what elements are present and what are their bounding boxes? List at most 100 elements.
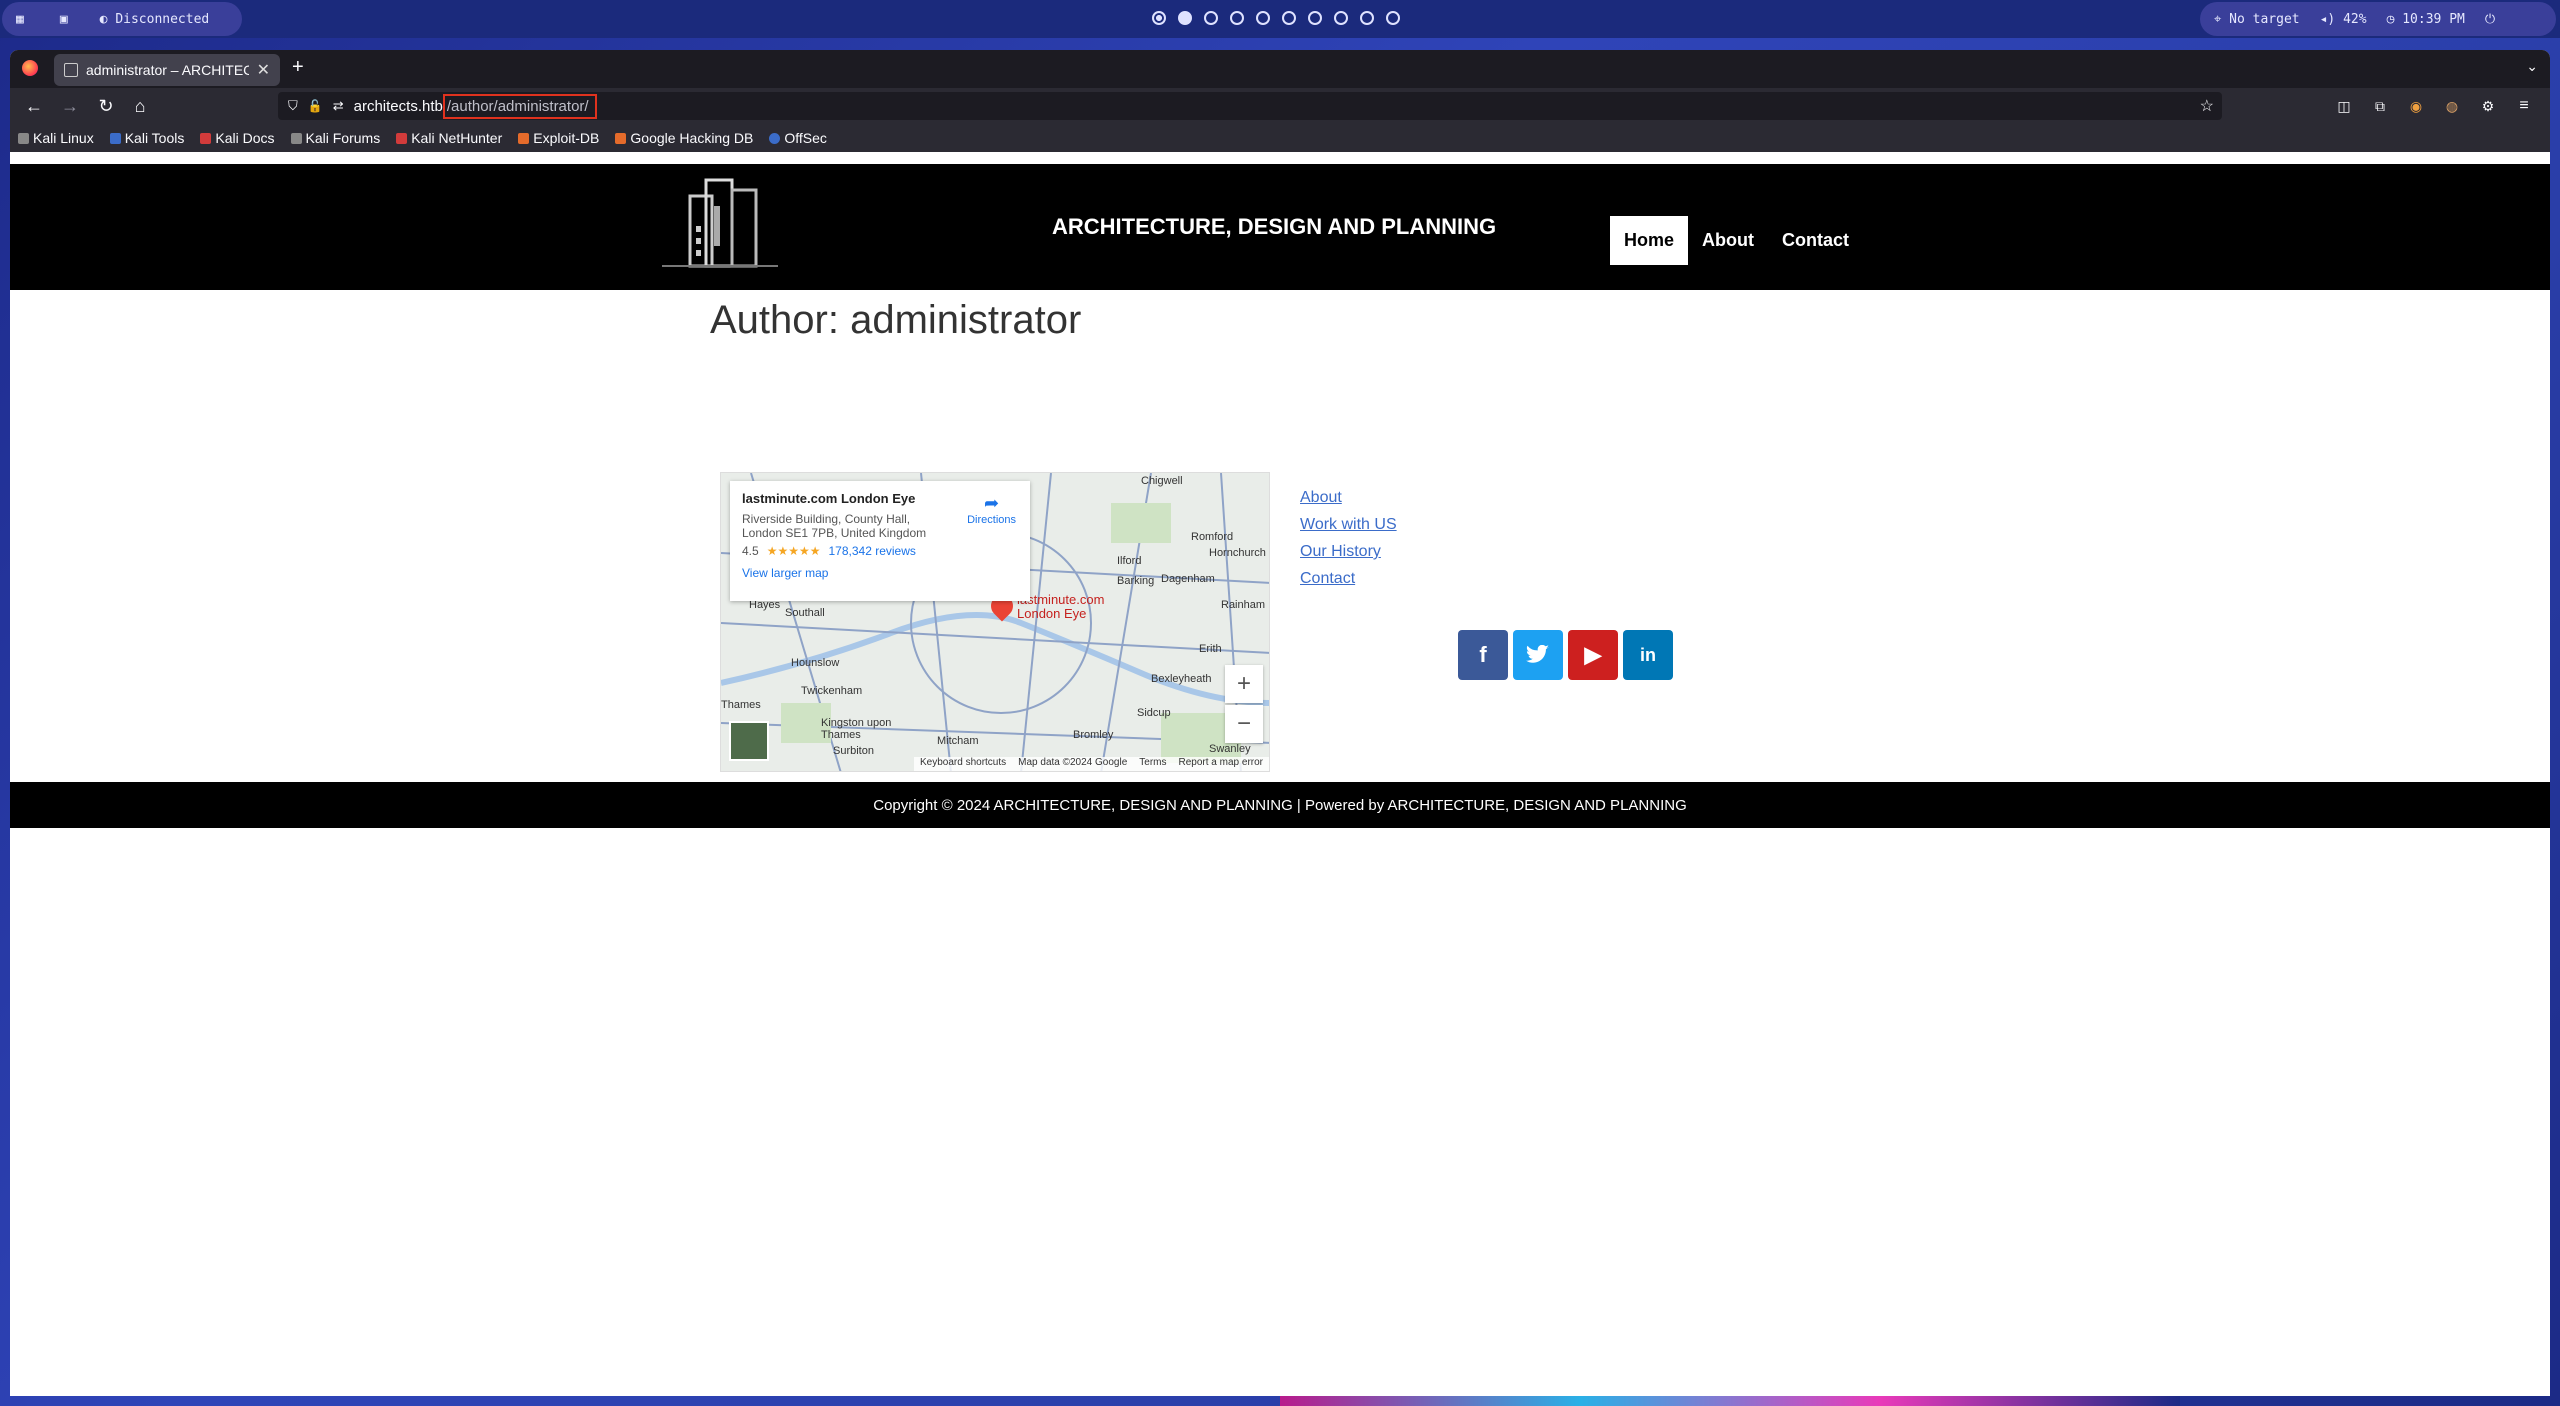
volume-label: 42% [2343, 11, 2367, 27]
keyboard-shortcuts-link[interactable]: Keyboard shortcuts [920, 757, 1006, 771]
volume-status[interactable]: ◂) 42% [2320, 12, 2367, 27]
link-work-with-us[interactable]: Work with US [1300, 511, 1397, 538]
zoom-in-button[interactable]: + [1225, 665, 1263, 703]
new-tab-button[interactable]: + [292, 56, 304, 79]
map-embed[interactable]: Chigwell Romford Hornchurch Ilford Barki… [720, 472, 1270, 772]
map-label: Southall [785, 607, 825, 619]
map-label: Chigwell [1141, 475, 1183, 487]
url-bar[interactable]: ⛉ 🔓 ⇄ architects.htb /author/administrat… [278, 92, 2222, 120]
workspace-dot[interactable] [1152, 11, 1166, 25]
workspace-dot[interactable] [1308, 11, 1322, 25]
map-label: Ilford [1117, 555, 1142, 567]
workspace-dot[interactable] [1256, 11, 1270, 25]
workspace-dot[interactable] [1386, 11, 1400, 25]
workspace-dot[interactable] [1178, 11, 1192, 25]
terms-link[interactable]: Terms [1139, 757, 1166, 771]
site-logo[interactable] [662, 176, 778, 270]
tab-active[interactable]: administrator – ARCHITEC ✕ [54, 54, 280, 86]
back-icon[interactable]: ← [22, 94, 46, 118]
os-left-pill: ▦ ▣ ◐ Disconnected [2, 2, 242, 36]
lock-icon[interactable]: 🔓 [308, 99, 323, 113]
twitter-icon[interactable] [1513, 630, 1563, 680]
map-label: Hounslow [791, 657, 840, 669]
map-label: Romford [1191, 531, 1234, 543]
map-label: Surbiton [833, 745, 874, 757]
menu-icon[interactable]: ≡ [2512, 94, 2536, 118]
menu-about[interactable]: About [1688, 216, 1768, 265]
forward-icon[interactable]: → [58, 94, 82, 118]
close-icon[interactable]: ✕ [257, 60, 270, 80]
twitter-bird [1526, 645, 1549, 663]
addon-cookie-icon[interactable]: ◍ [2440, 94, 2464, 118]
os-top-bar: ▦ ▣ ◐ Disconnected ⌖ No target ◂) 42% ◷ … [0, 0, 2560, 38]
bookmark-item[interactable]: Kali Docs [200, 130, 275, 146]
link-our-history[interactable]: Our History [1300, 538, 1397, 565]
bookmark-item[interactable]: Exploit-DB [518, 130, 599, 146]
workspace-dot[interactable] [1334, 11, 1348, 25]
bookmarks-bar: Kali Linux Kali Tools Kali Docs Kali For… [10, 124, 2550, 152]
view-larger-map-link[interactable]: View larger map [742, 566, 1018, 580]
firefox-icon[interactable] [22, 60, 38, 76]
workspace-dot[interactable] [1230, 11, 1244, 25]
menu-home[interactable]: Home [1610, 216, 1689, 265]
kali-tools-icon [109, 132, 121, 144]
directions-button[interactable]: ➦ Directions [967, 493, 1016, 526]
menu-contact[interactable]: Contact [1768, 216, 1863, 265]
map-label: Hornchurch [1209, 547, 1266, 559]
power-icon[interactable]: ⏻ [2485, 12, 2495, 27]
addon-icon[interactable]: ◉ [2404, 94, 2428, 118]
apps-icon[interactable]: ▦ [16, 12, 24, 27]
reviews-link[interactable]: 178,342 reviews [828, 544, 915, 558]
link-contact[interactable]: Contact [1300, 565, 1397, 592]
map-label: Sidcup [1137, 707, 1171, 719]
bookmark-item[interactable]: Kali Forums [290, 130, 380, 146]
ghdb-icon [615, 132, 627, 144]
bookmark-item[interactable]: Google Hacking DB [615, 130, 753, 146]
bookmark-label: Exploit-DB [533, 130, 600, 146]
map-footer: Keyboard shortcuts Map data ©2024 Google… [913, 757, 1269, 771]
permissions-icon[interactable]: ⇄ [333, 98, 344, 114]
workspace-dot[interactable] [1204, 11, 1218, 25]
map-label: Mitcham [937, 735, 979, 747]
web-page: ARCHITECTURE, DESIGN AND PLANNING Home A… [10, 164, 2550, 1396]
clock: ◷ 10:39 PM [2386, 11, 2465, 27]
link-about[interactable]: About [1300, 484, 1397, 511]
site-header: ARCHITECTURE, DESIGN AND PLANNING Home A… [10, 164, 2550, 290]
workspace-dot[interactable] [1360, 11, 1374, 25]
window-icon[interactable]: ▣ [60, 12, 68, 27]
map-label: Bexleyheath [1151, 673, 1212, 685]
zoom-out-button[interactable]: − [1225, 705, 1263, 743]
reload-icon[interactable]: ↻ [94, 94, 118, 118]
workspace-dot[interactable] [1282, 11, 1296, 25]
map-label: Erith [1199, 643, 1222, 655]
settings-icon[interactable]: ⚙ [2476, 94, 2500, 118]
report-error-link[interactable]: Report a map error [1179, 757, 1263, 771]
bookmark-item[interactable]: Kali Linux [18, 130, 94, 146]
home-icon[interactable]: ⌂ [128, 94, 152, 118]
target-status[interactable]: ⌖ No target [2214, 12, 2300, 27]
extensions-icon[interactable]: ⧉ [2368, 94, 2392, 118]
map-data-credit: Map data ©2024 Google [1018, 757, 1128, 768]
site-title[interactable]: ARCHITECTURE, DESIGN AND PLANNING [1052, 214, 1496, 240]
facebook-icon[interactable]: f [1458, 630, 1508, 680]
pocket-icon[interactable]: ◫ [2332, 94, 2356, 118]
bookmark-label: OffSec [784, 130, 827, 146]
bookmark-item[interactable]: Kali Tools [109, 130, 184, 146]
place-rating: 4.5 ★★★★★ 178,342 reviews [742, 544, 1018, 558]
satellite-toggle[interactable] [729, 721, 769, 761]
nethunter-icon [396, 132, 408, 144]
vpn-status: ◐ Disconnected [99, 11, 210, 27]
shield-icon[interactable]: ⛉ [288, 98, 298, 114]
bookmark-item[interactable]: OffSec [769, 130, 827, 146]
youtube-icon[interactable]: ▶ [1568, 630, 1618, 680]
linkedin-icon[interactable]: in [1623, 630, 1673, 680]
bookmark-item[interactable]: Kali NetHunter [396, 130, 502, 146]
bookmark-label: Kali NetHunter [411, 130, 503, 146]
map-label: Bromley [1073, 729, 1114, 741]
tab-list-icon[interactable]: ⌄ [2526, 58, 2538, 75]
bookmark-label: Kali Docs [215, 130, 275, 146]
nav-toolbar: ← → ↻ ⌂ ⛉ 🔓 ⇄ architects.htb /author/adm… [10, 88, 2550, 124]
map-label: Thames [721, 699, 761, 711]
url-host: architects.htb [353, 97, 443, 115]
bookmark-star-icon[interactable]: ☆ [2200, 96, 2214, 116]
